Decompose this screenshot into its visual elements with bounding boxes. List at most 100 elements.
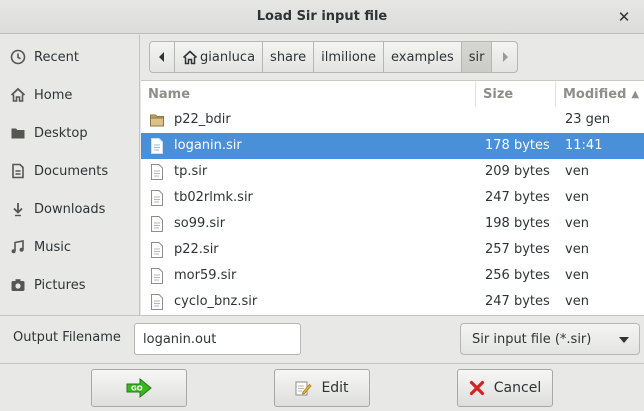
file-icon (151, 268, 163, 284)
downloads-icon (9, 201, 27, 217)
file-name: tb02rlmk.sir (174, 190, 253, 205)
sidebar-item-label: Music (34, 239, 71, 255)
file-size: 198 bytes (485, 216, 550, 231)
output-filename-input[interactable] (134, 323, 301, 355)
column-label: Size (483, 86, 514, 102)
file-modified: 23 gen (565, 112, 611, 127)
file-row[interactable]: cyclo_bnz.sir 247 bytes ven (141, 289, 644, 315)
file-row[interactable]: tp.sir 209 bytes ven (141, 159, 644, 185)
sidebar-item-label: Documents (34, 163, 109, 179)
cancel-button-label: Cancel (493, 380, 542, 396)
file-size: 247 bytes (485, 294, 550, 309)
file-modified: ven (565, 164, 589, 179)
sidebar-item-label: Downloads (34, 201, 106, 217)
close-icon[interactable]: ✕ (614, 7, 634, 27)
file-size: 209 bytes (485, 164, 550, 179)
folder-icon (150, 114, 164, 127)
file-modified: ven (565, 268, 589, 283)
edit-icon (295, 380, 312, 397)
chevron-down-icon (619, 337, 629, 343)
sidebar-item-recent[interactable]: Recent (0, 38, 139, 76)
column-label: Modified (563, 86, 627, 102)
file-icon (151, 216, 163, 232)
file-row[interactable]: p22_bdir 23 gen (141, 107, 644, 133)
go-icon-text: GO (131, 385, 143, 393)
crumb-label: ilmilione (321, 49, 377, 65)
file-size: 256 bytes (485, 268, 550, 283)
sidebar-item-documents[interactable]: Documents (0, 152, 139, 190)
crumb-ilmilione[interactable]: ilmilione (314, 41, 385, 73)
output-filename-label: Output Filename (13, 330, 121, 345)
path-back-button[interactable] (149, 41, 175, 73)
clock-icon (9, 49, 27, 65)
go-arrow-icon: GO (126, 378, 152, 398)
file-row[interactable]: loganin.sir 178 bytes 11:41 (141, 133, 644, 159)
sidebar-item-downloads[interactable]: Downloads (0, 190, 139, 228)
file-name: mor59.sir (174, 268, 237, 283)
go-button[interactable]: GO (91, 369, 187, 407)
file-icon (151, 294, 163, 310)
chevron-right-icon (502, 52, 508, 62)
title-bar: Load Sir input file ✕ (0, 0, 644, 34)
file-modified: ven (565, 190, 589, 205)
crumb-label: sir (468, 49, 485, 65)
crumb-label: share (270, 49, 307, 65)
column-header-size[interactable]: Size (476, 81, 556, 107)
crumb-gianluca[interactable]: gianluca (175, 41, 264, 73)
file-row[interactable]: tb02rlmk.sir 247 bytes ven (141, 185, 644, 211)
crumb-label: gianluca (200, 49, 256, 65)
chevron-left-icon (159, 52, 164, 62)
file-name: so99.sir (174, 216, 226, 231)
file-list: Name Size Modified ▲ p22_bdir 23 gen log… (141, 80, 644, 315)
file-row[interactable]: mor59.sir 256 bytes ven (141, 263, 644, 289)
path-bar: gianluca share ilmilione examples sir (149, 41, 519, 73)
sidebar-item-music[interactable]: Music (0, 228, 139, 266)
output-pane: Output Filename Sir input file (*.sir) (0, 315, 644, 363)
file-icon (151, 164, 163, 180)
crumb-share[interactable]: share (263, 41, 315, 73)
pictures-icon (9, 277, 27, 293)
file-icon (151, 190, 163, 206)
sidebar-item-pictures[interactable]: Pictures (0, 266, 139, 304)
edit-button[interactable]: Edit (274, 369, 370, 407)
file-name: p22_bdir (174, 112, 231, 127)
crumb-sir[interactable]: sir (461, 41, 493, 73)
sidebar-item-label: Home (34, 87, 73, 103)
file-modified: ven (565, 294, 589, 309)
documents-icon (9, 163, 27, 179)
desktop-icon (9, 125, 27, 141)
sidebar-item-label: Recent (34, 49, 79, 65)
file-size: 247 bytes (485, 190, 550, 205)
sidebar-item-label: Desktop (34, 125, 88, 141)
column-header-modified[interactable]: Modified ▲ (556, 81, 644, 107)
file-size: 178 bytes (485, 138, 550, 153)
column-label: Name (148, 86, 191, 102)
path-forward-button[interactable] (492, 41, 519, 73)
file-row[interactable]: p22.sir 257 bytes ven (141, 237, 644, 263)
window-title: Load Sir input file (256, 9, 388, 24)
file-modified: ven (565, 242, 589, 257)
column-header-name[interactable]: Name (141, 81, 476, 107)
cancel-button[interactable]: Cancel (457, 369, 553, 407)
sidebar-item-label: Pictures (34, 277, 86, 293)
cancel-x-icon (469, 380, 485, 396)
file-type-filter-select[interactable]: Sir input file (*.sir) (460, 323, 640, 355)
file-row[interactable]: so99.sir 198 bytes ven (141, 211, 644, 237)
file-modified: ven (565, 216, 589, 231)
edit-button-label: Edit (321, 380, 349, 396)
action-bar: GO Edit Cancel (0, 363, 644, 411)
sidebar-item-desktop[interactable]: Desktop (0, 114, 139, 152)
sort-ascending-icon: ▲ (631, 88, 640, 100)
crumb-label: examples (391, 49, 454, 65)
filter-selected-value: Sir input file (*.sir) (472, 331, 592, 347)
file-name: tp.sir (174, 164, 208, 179)
file-icon (151, 138, 163, 154)
file-icon (151, 242, 163, 258)
places-sidebar: Recent Home Desktop Documents Downloads … (0, 35, 140, 315)
music-icon (9, 239, 27, 255)
crumb-examples[interactable]: examples (384, 41, 462, 73)
sidebar-item-home[interactable]: Home (0, 76, 139, 114)
home-icon (182, 49, 198, 65)
file-size: 257 bytes (485, 242, 550, 257)
file-name: loganin.sir (174, 138, 242, 153)
